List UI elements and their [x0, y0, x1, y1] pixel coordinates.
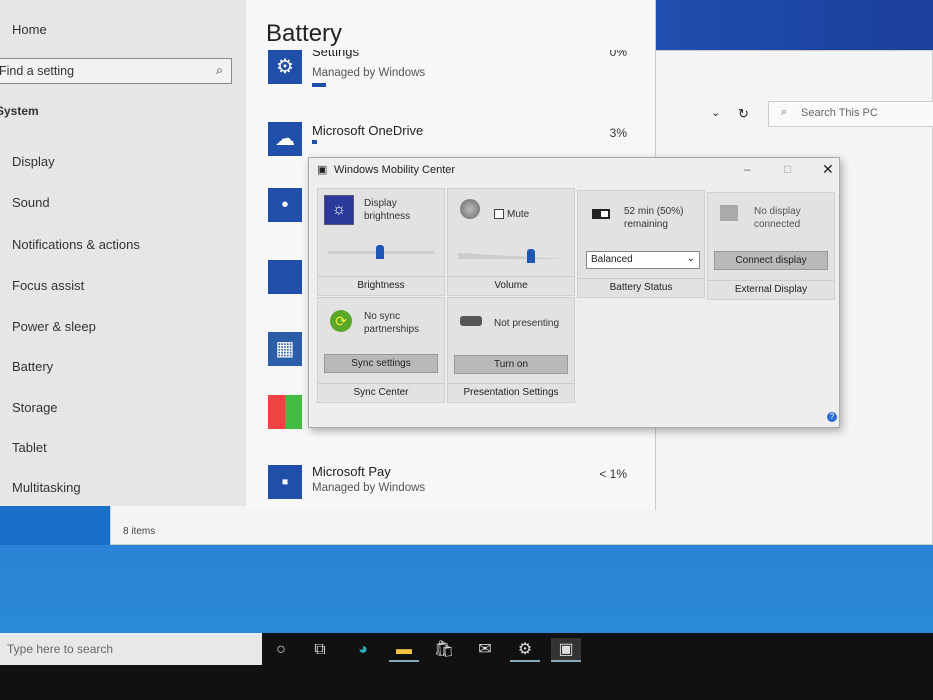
app-icon: •: [268, 188, 302, 222]
mute-checkbox[interactable]: [494, 209, 504, 219]
settings-icon[interactable]: ⚙: [510, 638, 540, 662]
maximize-button[interactable]: □: [784, 162, 791, 176]
store-icon[interactable]: 🛍: [429, 638, 459, 662]
mail-icon[interactable]: ✉: [470, 638, 500, 662]
app-icon: ▣: [317, 164, 328, 176]
brightness-slider[interactable]: [328, 245, 434, 259]
usage-bar: [312, 140, 317, 144]
close-button[interactable]: ✕: [822, 161, 834, 178]
battery-tile: 52 min (50%) remaining Balanced ⌄ Battery…: [577, 190, 705, 298]
nav-sound[interactable]: Sound: [12, 195, 50, 210]
nav-tablet[interactable]: Tablet: [12, 440, 47, 455]
refresh-icon[interactable]: ↻: [738, 106, 749, 122]
control-panel-icon: ▦: [268, 332, 302, 366]
app-percent: 3%: [609, 126, 627, 140]
chevron-down-icon: ⌄: [686, 253, 695, 264]
search-placeholder: Find a setting: [0, 64, 75, 78]
sync-center-tile: ⟳ No sync partnerships Sync settings Syn…: [317, 297, 445, 403]
nav-multitasking[interactable]: Multitasking: [12, 480, 81, 495]
app-percent: 0%: [609, 50, 627, 59]
window-title: Windows Mobility Center: [334, 164, 456, 176]
tile-label: Brightness: [318, 276, 444, 291]
app-name: Microsoft Pay: [312, 464, 391, 479]
section-heading: System: [0, 104, 39, 118]
projector-icon: [460, 316, 482, 326]
brightness-icon[interactable]: ☼: [324, 195, 354, 225]
nav-notifications[interactable]: Notifications & actions: [12, 237, 140, 252]
presentation-text: Not presenting: [494, 318, 560, 329]
presentation-tile: Not presenting Turn on Presentation Sett…: [447, 297, 575, 403]
slider-thumb[interactable]: [526, 249, 535, 263]
external-display-tile: No display connected Connect display Ext…: [707, 192, 835, 300]
edge-icon[interactable]: ◕: [348, 638, 378, 662]
battery-icon: [592, 209, 610, 219]
sync-text: No sync partnerships: [364, 311, 420, 335]
speaker-icon[interactable]: [460, 199, 480, 219]
app-icon: [268, 260, 302, 294]
nav-power-sleep[interactable]: Power & sleep: [12, 319, 96, 334]
app-sub: Managed by Windows: [312, 482, 426, 494]
search-input[interactable]: ⌕ Search This PC: [768, 101, 933, 127]
nav-battery[interactable]: Battery: [12, 359, 53, 374]
cloud-icon: ☁: [268, 122, 302, 156]
mobility-center-window: ▣ Windows Mobility Center – □ ✕ ☼ Displa…: [308, 157, 840, 428]
gear-icon: ⚙: [268, 50, 302, 84]
brightness-tile: ☼ Display brightness Brightness: [317, 188, 445, 296]
connect-display-button[interactable]: Connect display: [714, 251, 828, 270]
monitor-icon: [720, 205, 738, 221]
nav-focus-assist[interactable]: Focus assist: [12, 278, 84, 293]
search-placeholder: Search This PC: [801, 107, 878, 119]
volume-tile: Mute Volume: [447, 188, 575, 296]
mobility-center-icon[interactable]: ▣: [551, 638, 581, 662]
desktop-background: [655, 0, 933, 55]
turn-on-button[interactable]: Turn on: [454, 355, 568, 374]
page-title: Battery: [266, 20, 343, 47]
volume-slider[interactable]: [458, 249, 564, 263]
search-icon: ⌕: [781, 106, 788, 118]
tile-label: Volume: [448, 276, 574, 291]
app-percent: < 1%: [599, 467, 627, 481]
nav-storage[interactable]: Storage: [12, 400, 58, 415]
help-icon[interactable]: ?: [827, 412, 837, 422]
search-placeholder: Type here to search: [7, 642, 114, 656]
taskbar-search-input[interactable]: Type here to search: [0, 633, 262, 665]
find-setting-input[interactable]: Find a setting ⌕: [0, 58, 232, 84]
tile-label: External Display: [708, 280, 834, 295]
nav-home[interactable]: Home: [12, 22, 47, 37]
tile-label: Battery Status: [578, 278, 704, 293]
desktop-background: [0, 545, 933, 633]
file-explorer-icon[interactable]: ▬: [389, 638, 419, 662]
search-icon: ⌕: [215, 63, 223, 77]
nav-display[interactable]: Display: [12, 154, 55, 169]
settings-nav: Home Find a setting ⌕ System Display Soun…: [0, 0, 246, 506]
sync-settings-button[interactable]: Sync settings: [324, 354, 438, 373]
slider-thumb[interactable]: [375, 245, 384, 259]
app-name: Settings: [312, 50, 359, 59]
mute-label: Mute: [507, 209, 530, 220]
tile-label: Sync Center: [318, 383, 444, 398]
chevron-down-icon[interactable]: ⌄: [711, 106, 720, 119]
cortana-icon[interactable]: ○: [266, 638, 296, 662]
task-view-icon[interactable]: ⧉: [305, 638, 335, 662]
minimize-button[interactable]: –: [744, 162, 751, 176]
battery-text: 52 min (50%) remaining: [624, 206, 684, 230]
sync-icon: ⟳: [330, 310, 352, 332]
tile-label: Presentation Settings: [448, 383, 574, 398]
store-icon: [268, 395, 302, 429]
wallet-icon: ▪: [268, 465, 302, 499]
power-plan-dropdown[interactable]: Balanced ⌄: [586, 251, 700, 269]
display-text: No display connected: [754, 206, 801, 230]
app-sub: Managed by Windows: [312, 67, 426, 79]
usage-bar: [312, 83, 326, 87]
app-name: Microsoft OneDrive: [312, 123, 424, 138]
brightness-text: Display brightness: [364, 198, 411, 222]
selected-plan: Balanced: [591, 254, 633, 265]
status-bar-text: 8 items: [123, 526, 156, 537]
